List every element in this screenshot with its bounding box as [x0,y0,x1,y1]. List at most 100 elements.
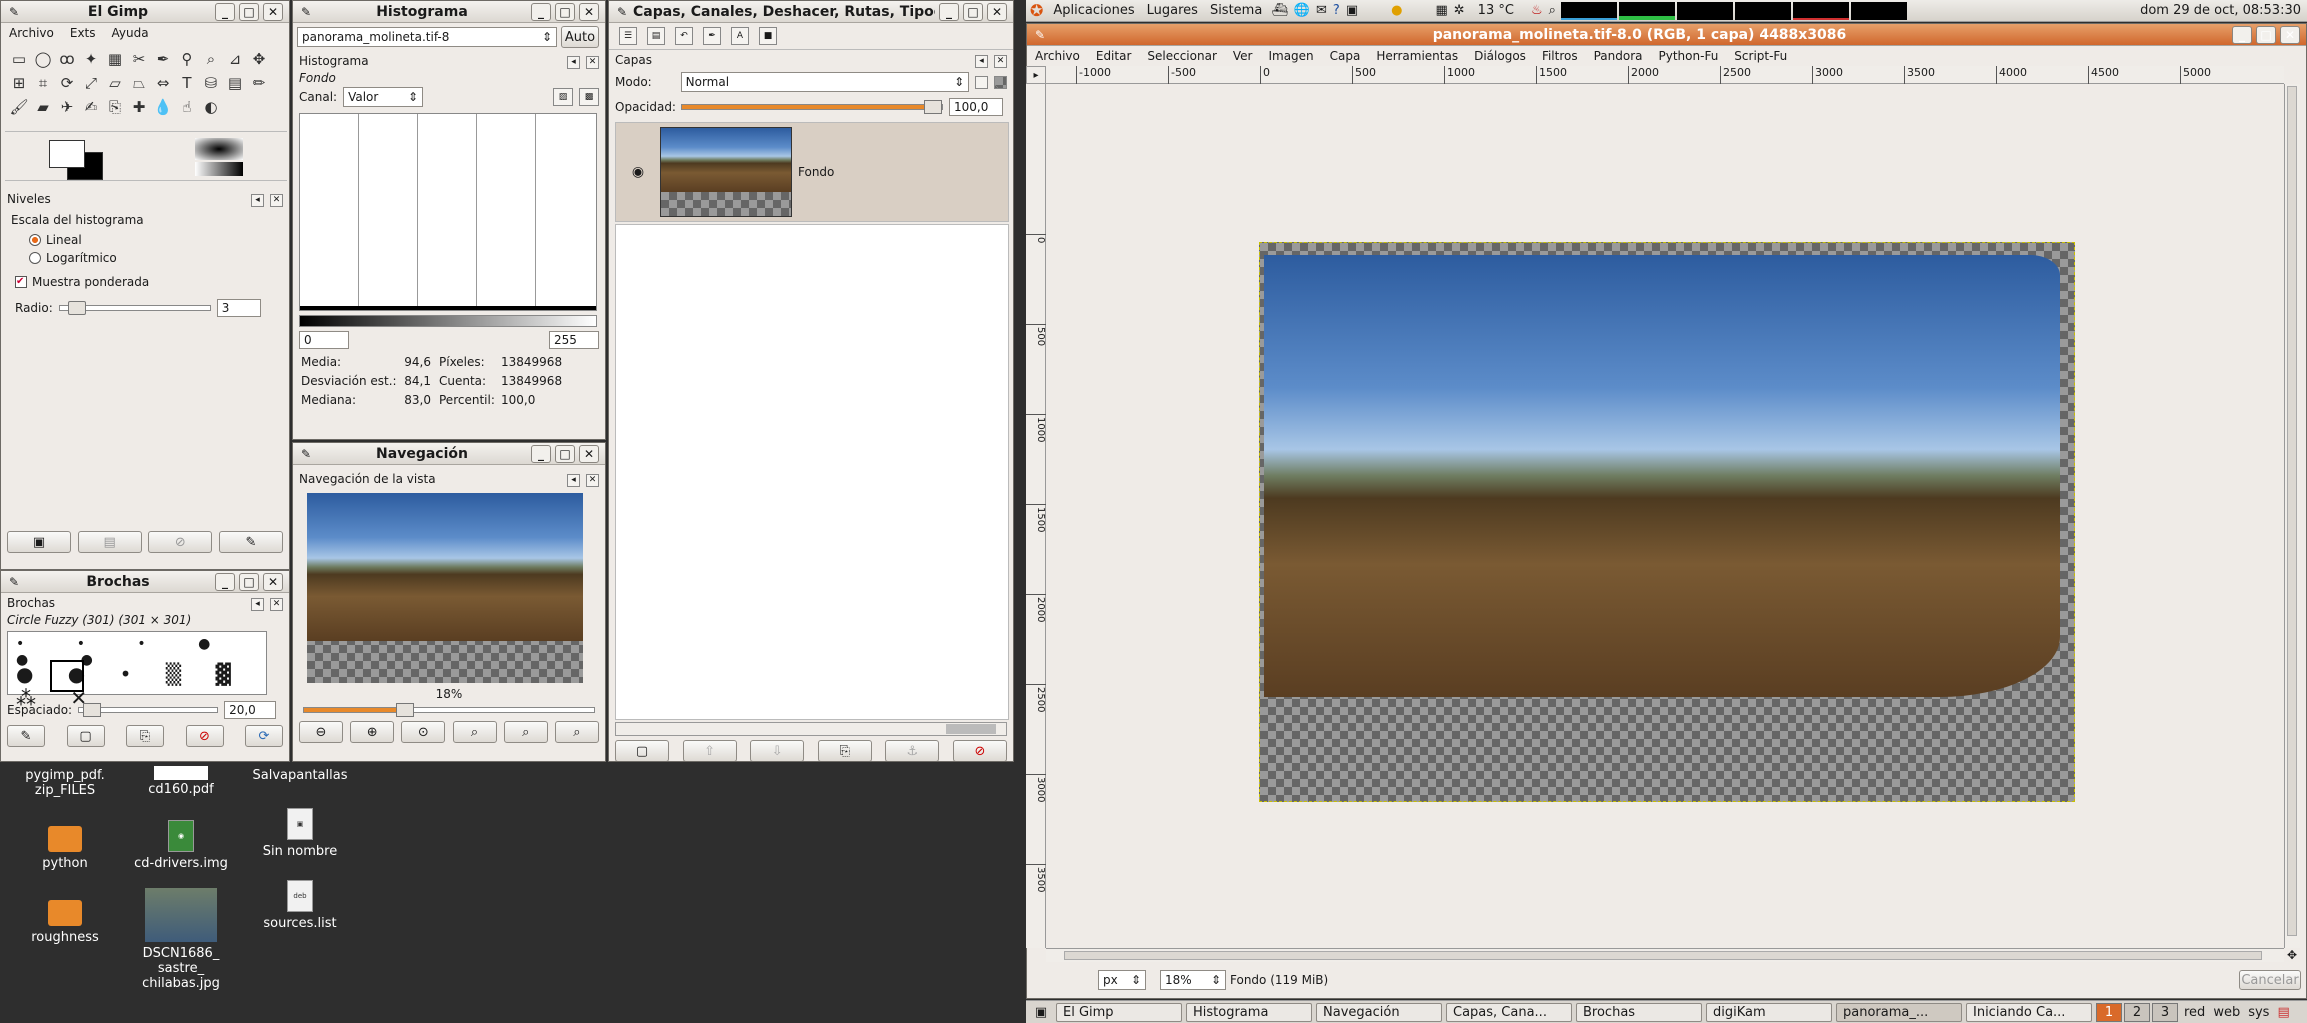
reset-icon[interactable]: ⊘ [148,531,213,553]
histogram-graph[interactable] [299,113,597,311]
tab-layers-icon[interactable]: ☰ [619,27,637,45]
fg-color-swatch[interactable] [49,140,85,168]
close-button[interactable]: ✕ [987,2,1007,21]
duplicate-layer-icon[interactable]: ⎘ [817,740,872,761]
zoom-out-icon[interactable]: ⊖ [299,721,343,743]
close-tab-icon[interactable]: ✕ [270,597,283,611]
crop-icon[interactable]: ⌗ [31,71,55,95]
close-tab-icon[interactable]: ✕ [586,55,599,69]
mail-icon[interactable]: ✉ [1313,3,1330,18]
menu-dialogos[interactable]: Diálogos [1466,49,1534,63]
airbrush-icon[interactable]: ✈ [55,95,79,119]
desktop-item-dscn1686[interactable]: DSCN1686_ sastre_ chilabas.jpg [126,888,236,991]
maximize-button[interactable]: □ [555,2,575,21]
measure-icon[interactable]: ⊿ [223,47,247,71]
opacity-slider[interactable] [681,100,943,114]
lasso-icon[interactable]: ꝏ [55,47,79,71]
radio-checked-icon[interactable] [29,234,41,246]
image-canvas[interactable] [1259,242,2075,802]
zoom-in-icon[interactable]: ⊕ [350,721,395,743]
heal-icon[interactable]: ✚ [127,95,151,119]
toolbox-titlebar[interactable]: ✎ El Gimp _ □ ✕ [1,1,289,23]
task-el-gimp[interactable]: El Gimp [1056,1002,1182,1022]
minimize-button[interactable]: _ [531,2,551,21]
eye-icon[interactable]: ◉ [616,164,660,180]
align-icon[interactable]: ⊞ [7,71,31,95]
task-brochas[interactable]: Brochas [1576,1002,1702,1022]
value-gradient[interactable] [299,315,597,327]
minimize-button[interactable]: _ [215,2,235,21]
menu-archivo[interactable]: Archivo [1027,49,1088,63]
desktop-item-roughness[interactable]: roughness [10,900,120,945]
trash-icon[interactable]: ▤ [2273,1005,2293,1020]
perspective-icon[interactable]: ⏢ [127,71,151,95]
desktop-item-python[interactable]: python [10,826,120,871]
vertical-scrollbar[interactable] [2284,84,2300,948]
tab-color-icon[interactable]: ■ [759,27,777,45]
text-icon[interactable]: T [175,71,199,95]
maximize-button[interactable]: □ [963,2,983,21]
save-preset-icon[interactable]: ▣ [7,531,71,553]
workspace-1[interactable]: 1 [2096,1002,2122,1022]
edit-icon[interactable]: ✎ [218,531,283,553]
selected-brush[interactable] [50,660,84,692]
desktop-item-sources-list[interactable]: deb sources.list [245,880,355,931]
auto-button[interactable]: Auto [561,26,599,48]
image-select[interactable]: panorama_molineta.tif-8 ⇕ [297,27,557,47]
workspace-3[interactable]: 3 [2152,1002,2178,1022]
slider-handle[interactable] [924,100,942,114]
range-max-input[interactable]: 255 [549,331,599,349]
menu-filtros[interactable]: Filtros [1534,49,1586,63]
scale-icon[interactable]: ⤢ [79,71,103,95]
blur-icon[interactable]: 💧 [151,95,175,119]
menu-script-fu[interactable]: Script-Fu [1726,49,1795,63]
flip-icon[interactable]: ⇔ [151,71,175,95]
brushes-titlebar[interactable]: ✎ Brochas _ □ ✕ [1,571,289,593]
navigation-titlebar[interactable]: ✎ Navegación _ □ ✕ [293,443,605,465]
zoom-select[interactable]: 18% ⇕ [1160,970,1226,990]
duplicate-brush-icon[interactable]: ⎘ [126,725,164,747]
horizontal-ruler[interactable]: -1000 -500 0 500 1000 1500 2000 2500 300… [1046,66,2284,84]
rotate-icon[interactable]: ⟳ [55,71,79,95]
close-tab-icon[interactable]: ✕ [994,54,1007,68]
task-digikam[interactable]: digiKam [1706,1002,1832,1022]
window-menu-icon[interactable]: ✎ [7,575,21,589]
menu-imagen[interactable]: Imagen [1260,49,1321,63]
delete-layer-icon[interactable]: ⊘ [952,740,1007,761]
spacing-slider[interactable] [78,703,219,717]
slider-handle[interactable] [67,301,86,315]
ruler-corner-icon[interactable]: ▸ [1026,66,1046,84]
refresh-brushes-icon[interactable]: ⟳ [245,725,283,747]
smudge-icon[interactable]: ☝ [175,95,199,119]
task-iniciando[interactable]: Iniciando Ca... [1966,1002,2092,1022]
tab-menu-icon[interactable]: ◂ [975,54,988,68]
lock-alpha-checkbox[interactable] [975,75,989,89]
slider-handle[interactable] [396,703,414,717]
channel-select[interactable]: Valor ⇕ [343,87,424,107]
layers-titlebar[interactable]: ✎ Capas, Canales, Deshacer, Rutas, Tipog… [609,1,1013,23]
tab-undo-icon[interactable]: ↶ [675,27,693,45]
edit-brush-icon[interactable]: ✎ [7,725,45,747]
restore-icon[interactable]: ▤ [77,531,142,553]
desktop-item-cd160[interactable]: cd160.pdf [126,766,236,797]
minimize-button[interactable]: _ [531,444,551,463]
anchor-layer-icon[interactable]: ⚓ [885,740,940,761]
tab-menu-icon[interactable]: ◂ [251,193,264,207]
menu-exts[interactable]: Exts [62,26,104,40]
clone-icon[interactable]: ⎘ [103,95,127,119]
tab-paths-icon[interactable]: ✒ [703,27,721,45]
layer-name[interactable]: Fondo [798,165,834,179]
clock[interactable]: dom 29 de oct, 08:53:30 [2134,3,2307,18]
canvas-area[interactable] [1046,84,2284,948]
unit-select[interactable]: px ⇕ [1098,970,1146,990]
delete-brush-icon[interactable]: ⊘ [185,725,224,747]
raise-layer-icon[interactable]: ⇧ [682,740,737,761]
checkbox-checked-icon[interactable]: ✔ [15,276,27,288]
radius-input[interactable]: 3 [216,299,261,317]
zoom-icon[interactable]: ⌕ [199,47,223,71]
shear-icon[interactable]: ▱ [103,71,127,95]
layers-hscrollbar[interactable] [615,722,1007,736]
vertical-ruler[interactable]: 0 500 1000 1500 2000 2500 3000 3500 [1026,84,1046,948]
window-menu-icon[interactable]: ✎ [299,5,313,19]
browser-icon[interactable]: 🌐 [1291,3,1313,18]
